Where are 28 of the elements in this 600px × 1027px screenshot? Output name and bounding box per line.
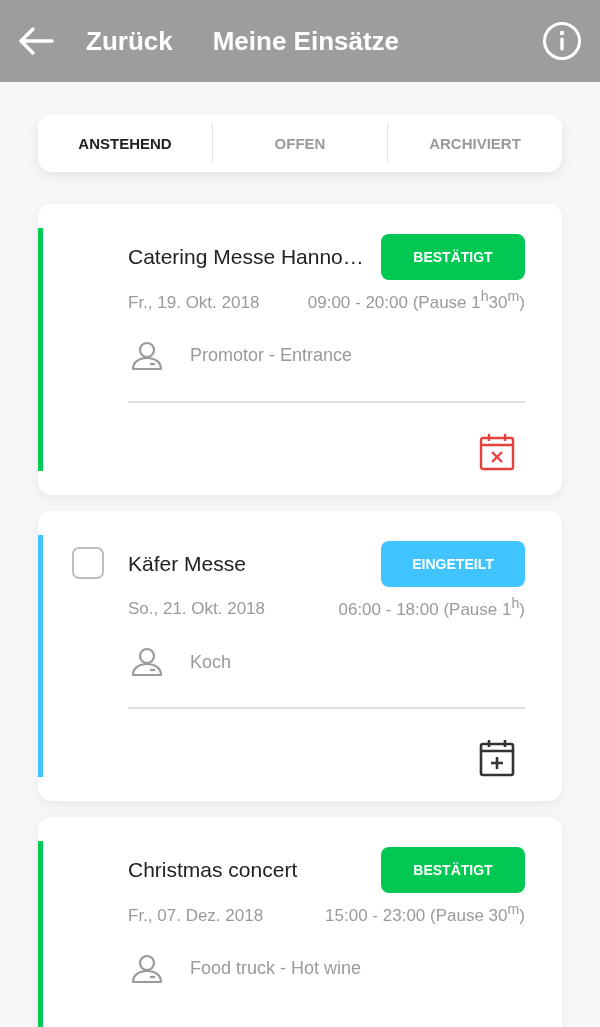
assignment-role: Promotor - Entrance — [190, 345, 353, 367]
info-icon[interactable] — [542, 21, 582, 61]
assignment-date: Fr., 19. Okt. 2018 — [128, 292, 260, 313]
assignment-title: Catering Messe Hanno… — [128, 245, 364, 269]
status-badge: BESTÄTIGT — [381, 234, 525, 280]
person-icon — [130, 647, 164, 678]
person-icon — [130, 340, 164, 371]
assignment-title: Christmas concert — [128, 858, 298, 883]
assignment-time: 06:00 - 18:00 (Pause 1$^{h}$) — [338, 594, 525, 620]
assignment-time: 15:00 - 23:00 (Pause 30$^{m}$) — [325, 901, 525, 926]
calendar-add-icon[interactable] — [479, 739, 515, 778]
status-badge: BESTÄTIGT — [381, 847, 525, 894]
assignment-time: 09:00 - 20:00 (Pause 1$^{h}$30$^{m}$) — [307, 288, 525, 313]
assignment-date: Fr., 07. Dez. 2018 — [128, 905, 264, 926]
back-arrow-icon[interactable] — [18, 27, 54, 55]
assignment-role: Food truck - Hot wine — [190, 958, 362, 980]
assignment-card[interactable]: Käfer Messe EINGETEILT So., 21. Okt. 2018 06:00 - 18:00 (Pause 1$^{h}$) Koch — [38, 510, 562, 802]
assignment-date: So., 21. Okt. 2018 — [128, 599, 266, 620]
assignment-card[interactable]: Catering Messe Hanno… BESTÄTIGT Fr., 19. Okt. 2018 09:00 - 20:00 (Pause 1$^{h}$30$^{m}$) Promotor - Entrance — [38, 204, 562, 495]
assignment-role: Koch — [190, 651, 232, 673]
calendar-remove-icon[interactable] — [479, 432, 515, 471]
page-title: Meine Einsätze — [212, 25, 401, 57]
tab[interactable]: ANSTEHEND — [38, 114, 212, 172]
person-icon — [130, 953, 164, 984]
assignment-card[interactable]: Christmas concert BESTÄTIGT Fr., 07. Dez. 2018 15:00 - 23:00 (Pause 30$^{m}$) Food truck - Hot wine — [38, 817, 562, 1027]
checkbox[interactable] — [72, 546, 104, 579]
status-badge: EINGETEILT — [381, 540, 525, 587]
assignment-title: Käfer Messe — [128, 551, 246, 576]
